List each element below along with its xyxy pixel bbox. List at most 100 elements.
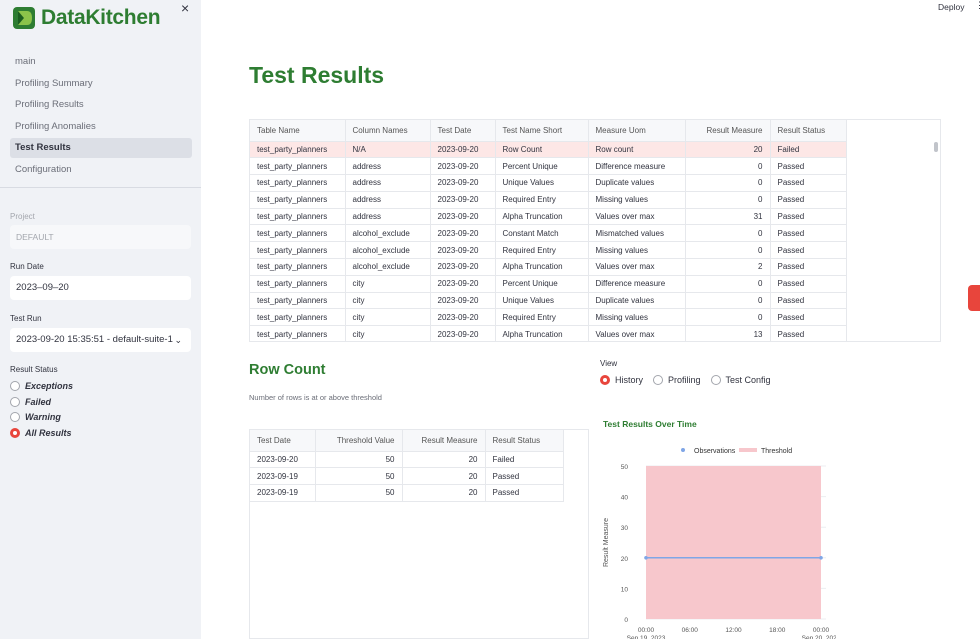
x-tick-label: 00:00: [813, 627, 830, 634]
radio-label: Failed: [25, 397, 52, 407]
result-status-all-results[interactable]: All Results: [10, 428, 72, 438]
history-grid[interactable]: Test Date Threshold Value Result Measure Re…: [249, 429, 589, 639]
table-row[interactable]: test_party_planners city 2023-09-20 Percent…: [250, 275, 847, 293]
column-header[interactable]: Test Name Short: [495, 120, 589, 142]
table-cell: Passed: [770, 174, 847, 192]
table-cell: test_party_planners: [250, 308, 346, 327]
table-cell: 2023-09-20: [250, 451, 316, 469]
nav-item-profiling-summary[interactable]: Profiling Summary: [10, 74, 192, 94]
table-cell: 20: [402, 467, 486, 486]
result-status-exceptions[interactable]: Exceptions: [10, 381, 73, 391]
run-date-label: Run Date: [10, 262, 44, 271]
table-cell: 20: [402, 484, 486, 502]
table-cell: 0: [685, 275, 771, 293]
y-axis-label: Result Measure: [603, 518, 610, 567]
table-cell: 2023-09-20: [430, 325, 496, 341]
table-cell: test_party_planners: [250, 191, 346, 209]
table-row[interactable]: test_party_planners address 2023-09-20 Uniq…: [250, 174, 847, 192]
detail-title: Row Count: [249, 362, 326, 378]
history-table: Test Date Threshold Value Result Measure Re…: [250, 430, 564, 502]
table-cell: Passed: [770, 308, 847, 327]
table-cell: test_party_planners: [250, 241, 346, 260]
test-run-select[interactable]: 2023-09-20 15:35:51 - default-suite-1 ⌄: [10, 328, 191, 352]
table-row[interactable]: test_party_planners city 2023-09-20 Require…: [250, 308, 847, 327]
deploy-button[interactable]: Deploy: [938, 2, 964, 12]
results-grid[interactable]: Table Name Column Names Test Date Test Name…: [249, 119, 941, 342]
table-row[interactable]: test_party_planners N/A 2023-09-20 Row Coun…: [250, 141, 847, 159]
table-row[interactable]: test_party_planners alcohol_exclude 2023-0…: [250, 224, 847, 243]
table-cell: 50: [315, 484, 403, 502]
logo-text: DataKitchen: [41, 6, 161, 29]
view-option-profiling[interactable]: Profiling: [653, 375, 701, 385]
view-option-history[interactable]: History: [600, 375, 643, 385]
y-tick-label: 30: [621, 525, 629, 532]
table-cell: 13: [685, 325, 771, 341]
table-row[interactable]: test_party_planners city 2023-09-20 Alpha T…: [250, 325, 847, 341]
nav-item-profiling-results[interactable]: Profiling Results: [10, 95, 192, 115]
close-sidebar-icon[interactable]: ×: [181, 0, 189, 16]
radio-icon: [710, 375, 721, 385]
column-header[interactable]: Result Status: [485, 430, 564, 452]
column-header[interactable]: Test Date: [250, 430, 316, 452]
column-header[interactable]: Result Measure: [685, 120, 771, 142]
column-header[interactable]: Test Date: [430, 120, 496, 142]
table-row[interactable]: test_party_planners alcohol_exclude 2023-0…: [250, 258, 847, 276]
observation-point: [819, 556, 823, 560]
column-header[interactable]: Table Name: [250, 120, 346, 142]
table-row[interactable]: test_party_planners alcohol_exclude 2023-0…: [250, 241, 847, 260]
x-tick-sublabel: Sep 19, 2023: [627, 635, 666, 639]
table-cell: Alpha Truncation: [495, 325, 589, 341]
side-feedback-tab[interactable]: [968, 285, 980, 311]
table-row[interactable]: test_party_planners city 2023-09-20 Unique …: [250, 292, 847, 310]
table-cell: 0: [685, 292, 771, 310]
table-cell: address: [345, 157, 431, 176]
results-table: Table Name Column Names Test Date Test Name…: [250, 120, 847, 341]
run-date-input[interactable]: 2023–09–20: [10, 276, 191, 300]
result-status-warning[interactable]: Warning: [10, 412, 61, 422]
history-header-row: Test Date Threshold Value Result Measure Re…: [250, 430, 564, 452]
nav-item-test-results[interactable]: Test Results: [10, 138, 192, 159]
y-tick-label: 40: [621, 495, 629, 502]
table-cell: city: [345, 308, 431, 327]
history-body: 2023-09-20 50 20 Failed 2023-09-19 50 20 Passed…: [250, 451, 564, 502]
test-run-value: 2023-09-20 15:35:51 - default-suite-1: [16, 334, 173, 345]
table-cell: Duplicate values: [588, 174, 686, 192]
table-cell: 2023-09-20: [430, 157, 496, 176]
main-menu-icon[interactable]: ⋮: [975, 0, 980, 11]
chevron-down-icon: ⌄: [174, 335, 182, 345]
column-header[interactable]: Result Measure: [402, 430, 486, 452]
nav-item-main[interactable]: main: [10, 52, 192, 72]
table-cell: Passed: [770, 292, 847, 310]
table-row[interactable]: test_party_planners address 2023-09-20 Perc…: [250, 157, 847, 176]
column-header[interactable]: Measure Uom: [588, 120, 686, 142]
column-header[interactable]: Threshold Value: [315, 430, 403, 452]
table-row[interactable]: test_party_planners address 2023-09-20 Requ…: [250, 191, 847, 209]
y-tick-label: 10: [621, 586, 629, 593]
table-cell: Passed: [770, 258, 847, 276]
view-radio-group: History Profiling Test Config: [600, 375, 781, 385]
results-over-time-chart[interactable]: 0102030405000:00Sep 19, 202306:00 12:00 18…: [596, 438, 836, 639]
nav-item-profiling-anomalies[interactable]: Profiling Anomalies: [10, 117, 192, 137]
table-cell: Values over max: [588, 208, 686, 226]
table-cell: 20: [685, 141, 771, 159]
table-row[interactable]: 2023-09-20 50 20 Failed: [250, 451, 564, 469]
table-row[interactable]: test_party_planners address 2023-09-20 Alph…: [250, 208, 847, 226]
grid-scrollbar[interactable]: [934, 142, 938, 152]
column-header[interactable]: Result Status: [770, 120, 847, 142]
table-row[interactable]: 2023-09-19 50 20 Passed: [250, 484, 564, 502]
y-tick-label: 20: [621, 556, 629, 563]
view-option-test-config[interactable]: Test Config: [710, 375, 771, 385]
table-row[interactable]: 2023-09-19 50 20 Passed: [250, 467, 564, 486]
nav-item-configuration[interactable]: Configuration: [10, 160, 192, 180]
x-tick-label: 06:00: [682, 627, 699, 634]
table-cell: Passed: [770, 224, 847, 243]
table-cell: test_party_planners: [250, 141, 346, 159]
table-cell: Difference measure: [588, 157, 686, 176]
result-status-failed[interactable]: Failed: [10, 397, 51, 407]
table-cell: Missing values: [588, 191, 686, 209]
table-cell: 2023-09-20: [430, 275, 496, 293]
column-header[interactable]: Column Names: [345, 120, 431, 142]
y-tick-label: 0: [624, 617, 628, 624]
project-select: DEFAULT: [10, 225, 191, 249]
table-cell: Missing values: [588, 241, 686, 260]
